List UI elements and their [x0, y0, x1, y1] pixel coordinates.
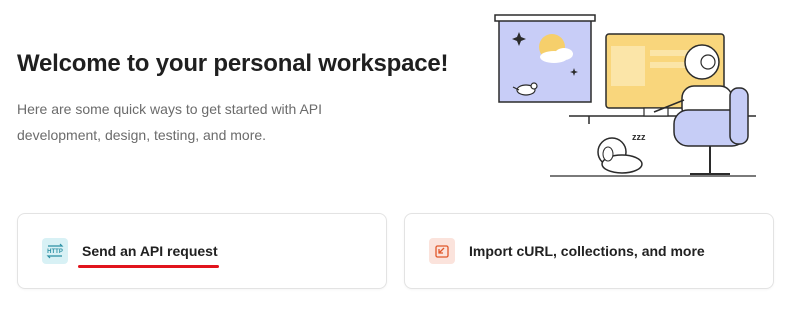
import-label: Import cURL, collections, and more — [469, 243, 705, 259]
http-icon: HTTP — [42, 238, 68, 264]
workspace-illustration: zzz — [494, 14, 756, 177]
http-icon-text: HTTP — [47, 249, 63, 255]
import-card[interactable]: Import cURL, collections, and more — [404, 213, 774, 289]
sleep-text: zzz — [632, 132, 646, 142]
send-api-request-label: Send an API request — [82, 243, 218, 259]
annotation-underline — [78, 265, 219, 268]
send-api-request-card[interactable]: HTTP Send an API request — [17, 213, 387, 289]
page-title: Welcome to your personal workspace! — [17, 50, 449, 77]
import-icon — [429, 238, 455, 264]
page-subtitle: Here are some quick ways to get started … — [17, 101, 323, 143]
